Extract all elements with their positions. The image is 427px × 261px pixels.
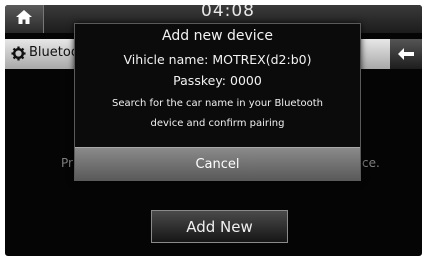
gear-icon bbox=[11, 46, 26, 61]
background-text-right: ce. bbox=[362, 156, 380, 170]
clock: 04:08 bbox=[201, 5, 255, 21]
head-unit-screen: 04:08 Bluetoo Pr ce. Add New Add new dev… bbox=[5, 5, 422, 256]
home-icon bbox=[15, 9, 33, 29]
passkey-text: Passkey: 0000 bbox=[173, 73, 262, 88]
add-device-dialog: Add new device Vihicle name: MOTREX(d2:b… bbox=[74, 23, 361, 181]
back-button[interactable] bbox=[390, 39, 422, 69]
back-arrow-icon bbox=[398, 45, 414, 64]
cancel-button[interactable]: Cancel bbox=[75, 147, 360, 180]
vehicle-name-text: Vihicle name: MOTREX(d2:b0) bbox=[123, 52, 312, 67]
home-button[interactable] bbox=[5, 5, 44, 33]
dialog-title: Add new device bbox=[162, 28, 273, 44]
page-title: Bluetoo bbox=[29, 45, 79, 60]
add-new-button[interactable]: Add New bbox=[151, 210, 288, 243]
background-text-left: Pr bbox=[61, 156, 73, 170]
pairing-instruction-line-2: device and confirm pairing bbox=[150, 118, 285, 129]
pairing-instruction-line-1: Search for the car name in your Bluetoot… bbox=[111, 98, 323, 109]
